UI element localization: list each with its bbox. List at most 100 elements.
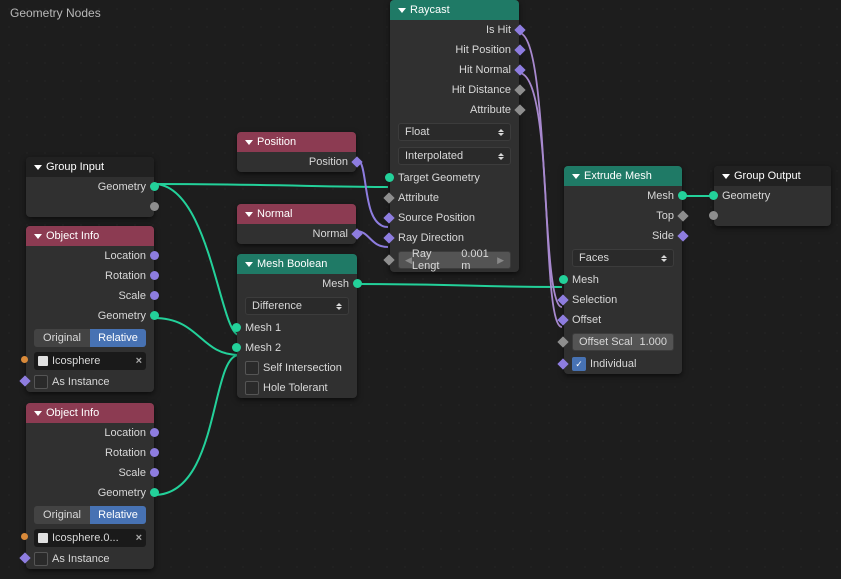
node-header[interactable]: Object Info	[26, 226, 154, 246]
socket-as-instance[interactable]	[19, 552, 30, 563]
toggle-original[interactable]: Original	[34, 329, 90, 347]
chevron-down-icon	[245, 262, 253, 267]
node-raycast[interactable]: Raycast Is Hit Hit Position Hit Normal H…	[390, 0, 519, 272]
object-name: Icosphere	[52, 355, 100, 367]
node-header[interactable]: Group Input	[26, 157, 154, 177]
input-offset: Offset	[564, 310, 682, 330]
socket-mesh1[interactable]	[232, 323, 241, 332]
checkbox-as-instance[interactable]	[34, 375, 48, 389]
input-mesh2: Mesh 2	[237, 338, 357, 358]
socket-rotation[interactable]	[150, 448, 159, 457]
checkbox-individual[interactable]	[572, 357, 586, 371]
select-mode[interactable]: Difference	[245, 297, 349, 315]
socket-position[interactable]	[351, 156, 362, 167]
socket-location[interactable]	[150, 428, 159, 437]
output-side: Side	[564, 226, 682, 246]
node-position[interactable]: Position Position	[237, 132, 356, 172]
socket-mesh2[interactable]	[232, 343, 241, 352]
socket-geometry[interactable]	[150, 488, 159, 497]
socket-mesh-out[interactable]	[353, 279, 362, 288]
node-group-output[interactable]: Group Output Geometry	[714, 166, 831, 226]
socket-geometry-in[interactable]	[709, 191, 718, 200]
node-header[interactable]: Group Output	[714, 166, 831, 186]
toggle-relative[interactable]: Relative	[90, 506, 146, 524]
node-group-input[interactable]: Group Input Geometry	[26, 157, 154, 217]
node-header[interactable]: Extrude Mesh	[564, 166, 682, 186]
chevron-down-icon	[34, 411, 42, 416]
socket-is-hit[interactable]	[514, 24, 525, 35]
input-empty	[714, 206, 831, 226]
checkbox[interactable]	[245, 381, 259, 395]
socket-attribute[interactable]	[514, 104, 525, 115]
chevron-down-icon	[34, 165, 42, 170]
node-normal[interactable]: Normal Normal	[237, 204, 356, 244]
checkbox[interactable]	[245, 361, 259, 375]
socket-scale[interactable]	[150, 291, 159, 300]
field-offset-scale[interactable]: Offset Scal 1.000	[572, 333, 674, 351]
clear-icon[interactable]: ×	[136, 532, 142, 544]
checkbox-as-instance[interactable]	[34, 552, 48, 566]
field-ray-length[interactable]: ◀ Ray Lengt0.001 m ▶	[398, 251, 511, 269]
input-hole-tolerant[interactable]: Hole Tolerant	[237, 378, 357, 398]
toggle-original[interactable]: Original	[34, 506, 90, 524]
socket-object-in[interactable]	[21, 533, 28, 540]
node-header[interactable]: Mesh Boolean	[237, 254, 357, 274]
input-target-geometry: Target Geometry	[390, 168, 519, 188]
socket-normal[interactable]	[351, 228, 362, 239]
node-extrude-mesh[interactable]: Extrude Mesh Mesh Top Side Faces Mesh Se…	[564, 166, 682, 374]
input-as-instance[interactable]: As Instance	[26, 372, 154, 392]
node-header[interactable]: Normal	[237, 204, 356, 224]
node-object-info-1[interactable]: Object Info Location Rotation Scale Geom…	[26, 226, 154, 392]
input-as-instance[interactable]: As Instance	[26, 549, 154, 569]
node-object-info-2[interactable]: Object Info Location Rotation Scale Geom…	[26, 403, 154, 569]
node-title: Group Output	[734, 170, 801, 182]
socket-hit-normal[interactable]	[514, 64, 525, 75]
socket-hit-position[interactable]	[514, 44, 525, 55]
socket-as-instance[interactable]	[19, 375, 30, 386]
socket-offset-scale[interactable]	[557, 336, 568, 347]
socket-empty-out[interactable]	[150, 202, 159, 211]
socket-side[interactable]	[677, 230, 688, 241]
socket-geometry[interactable]	[150, 311, 159, 320]
toggle-relative[interactable]: Relative	[90, 329, 146, 347]
socket-selection[interactable]	[557, 294, 568, 305]
socket-hit-distance[interactable]	[514, 84, 525, 95]
socket-scale[interactable]	[150, 468, 159, 477]
toggle-original-relative[interactable]: Original Relative	[34, 506, 146, 524]
node-header[interactable]: Raycast	[390, 0, 519, 20]
socket-geometry-out[interactable]	[150, 182, 159, 191]
node-header[interactable]: Object Info	[26, 403, 154, 423]
object-name: Icosphere.0...	[52, 532, 119, 544]
socket-mesh-out[interactable]	[678, 191, 687, 200]
node-title: Group Input	[46, 161, 104, 173]
object-picker[interactable]: Icosphere.0... ×	[34, 529, 146, 547]
socket-object-in[interactable]	[21, 356, 28, 363]
select-mode[interactable]: Faces	[572, 249, 674, 267]
socket-top[interactable]	[677, 210, 688, 221]
clear-icon[interactable]: ×	[136, 355, 142, 367]
toggle-original-relative[interactable]: Original Relative	[34, 329, 146, 347]
socket-mesh-in[interactable]	[559, 275, 568, 284]
socket-attribute-in[interactable]	[383, 192, 394, 203]
output-hit-distance: Hit Distance	[390, 80, 519, 100]
socket-target-geometry[interactable]	[385, 173, 394, 182]
select-data-type[interactable]: Float	[398, 123, 511, 141]
input-individual[interactable]: Individual	[564, 354, 682, 374]
node-header[interactable]: Position	[237, 132, 356, 152]
object-picker[interactable]: Icosphere ×	[34, 352, 146, 370]
socket-rotation[interactable]	[150, 271, 159, 280]
select-interpolation[interactable]: Interpolated	[398, 147, 511, 165]
output-geometry: Geometry	[26, 306, 154, 326]
socket-offset[interactable]	[557, 314, 568, 325]
socket-individual[interactable]	[557, 358, 568, 369]
socket-ray-length[interactable]	[383, 254, 394, 265]
socket-empty-in[interactable]	[709, 211, 718, 220]
socket-location[interactable]	[150, 251, 159, 260]
output-empty[interactable]	[26, 197, 154, 217]
node-mesh-boolean[interactable]: Mesh Boolean Mesh Difference Mesh 1 Mesh…	[237, 254, 357, 398]
output-geometry[interactable]: Geometry	[26, 177, 154, 197]
chevron-down-icon	[572, 174, 580, 179]
socket-ray-direction[interactable]	[383, 232, 394, 243]
socket-source-position[interactable]	[383, 212, 394, 223]
input-self-intersection[interactable]: Self Intersection	[237, 358, 357, 378]
